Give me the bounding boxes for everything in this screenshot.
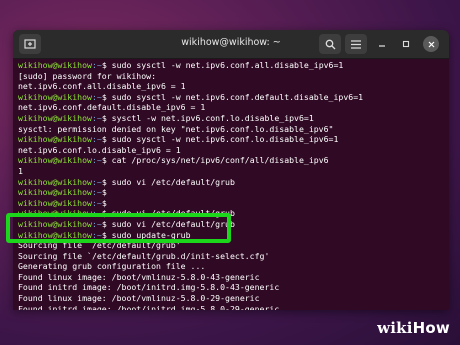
prompt-symbol: $: [101, 60, 112, 70]
hamburger-menu-icon: [351, 39, 361, 49]
terminal-output[interactable]: wikihow@wikihow:~$ sudo sysctl -w net.ip…: [18, 60, 448, 310]
prompt-user: wikihow@wikihow: [18, 91, 92, 102]
terminal-window: wikihow@wikihow: ~ wikihow@wikihow:~$ su…: [13, 30, 449, 310]
prompt-path: :~: [91, 155, 102, 166]
prompt-symbol: $: [101, 176, 112, 187]
command-text: sysctl -w net.ipv6.conf.lo.disable_ipv6=…: [111, 112, 314, 123]
output-line: net.ipv6.conf.lo.disable_ipv6 = 1: [18, 144, 181, 155]
wikihow-watermark: wikiHow: [377, 319, 450, 337]
prompt-symbol: $: [101, 91, 112, 102]
search-button[interactable]: [319, 34, 341, 54]
prompt-path: :~: [91, 187, 102, 198]
command-text: sudo sysctl -w net.ipv6.conf.lo.disable_…: [111, 134, 339, 145]
prompt-user: wikihow@wikihow: [18, 134, 92, 145]
prompt-symbol: $: [101, 187, 112, 198]
prompt-line: wikihow@wikihow:~$ sudo sysctl -w net.ip…: [18, 92, 448, 103]
close-icon: [428, 41, 434, 47]
output-line: net.ipv6.conf.all.disable_ipv6 = 1: [18, 81, 186, 92]
output-line: Sourcing file `/etc/default/grub.d/init-…: [18, 250, 270, 261]
prompt-line: wikihow@wikihow:~$: [18, 198, 448, 209]
output-line: Found initrd image: /boot/initrd.img-5.8…: [18, 282, 280, 293]
output-line: Found linux image: /boot/vmlinuz-5.8.0-2…: [18, 293, 260, 304]
prompt-user: wikihow@wikihow: [18, 112, 92, 123]
prompt-path: :~: [91, 197, 102, 208]
prompt-user: wikihow@wikihow: [18, 176, 92, 187]
prompt-user: wikihow@wikihow: [18, 197, 92, 208]
prompt-path: :~: [91, 91, 102, 102]
minimize-icon: [379, 45, 385, 47]
prompt-line: wikihow@wikihow:~$ cat /proc/sys/net/ipv…: [18, 155, 448, 166]
watermark-wiki: wiki: [377, 319, 413, 337]
prompt-path: :~: [91, 134, 102, 145]
output-line: Generating grub configuration file ...: [18, 261, 206, 272]
prompt-user: wikihow@wikihow: [18, 155, 92, 166]
output-line: Found initrd image: /boot/initrd.img-5.8…: [18, 303, 280, 310]
search-icon: [325, 39, 335, 49]
prompt-symbol: $: [101, 134, 112, 145]
title-bar: wikihow@wikihow: ~: [13, 30, 449, 59]
prompt-user: wikihow@wikihow: [18, 187, 92, 198]
output-line: Found linux image: /boot/vmlinuz-5.8.0-4…: [18, 271, 260, 282]
prompt-path: :~: [91, 112, 102, 123]
output-line: sysctl: permission denied on key "net.ip…: [18, 123, 334, 134]
prompt-line: wikihow@wikihow:~$: [18, 187, 448, 198]
highlight-box: [6, 213, 231, 243]
minimize-button[interactable]: [374, 36, 390, 52]
prompt-symbol: $: [101, 112, 112, 123]
command-text: sudo sysctl -w net.ipv6.conf.all.disable…: [111, 60, 344, 70]
prompt-line: wikihow@wikihow:~$ sysctl -w net.ipv6.co…: [18, 113, 448, 124]
prompt-line: wikihow@wikihow:~$ sudo sysctl -w net.ip…: [18, 60, 448, 71]
maximize-button[interactable]: [398, 36, 414, 52]
prompt-line: wikihow@wikihow:~$ sudo sysctl -w net.ip…: [18, 134, 448, 145]
command-text: sudo sysctl -w net.ipv6.conf.default.dis…: [111, 91, 364, 102]
output-line: [sudo] password for wikihow:: [18, 70, 157, 81]
output-line: 1: [18, 165, 23, 176]
watermark-how: How: [412, 319, 450, 337]
menu-button[interactable]: [345, 34, 367, 54]
prompt-user: wikihow@wikihow: [18, 60, 92, 70]
prompt-line: wikihow@wikihow:~$ sudo vi /etc/default/…: [18, 177, 448, 188]
output-line: net.ipv6.conf.default.disable_ipv6 = 1: [18, 102, 206, 113]
close-button[interactable]: [423, 36, 439, 52]
command-text: cat /proc/sys/net/ipv6/conf/all/disable_…: [111, 155, 329, 166]
command-text: sudo vi /etc/default/grub: [111, 176, 235, 187]
prompt-path: :~: [91, 60, 102, 70]
prompt-symbol: $: [101, 197, 112, 208]
prompt-symbol: $: [101, 155, 112, 166]
prompt-path: :~: [91, 176, 102, 187]
maximize-icon: [402, 40, 410, 48]
